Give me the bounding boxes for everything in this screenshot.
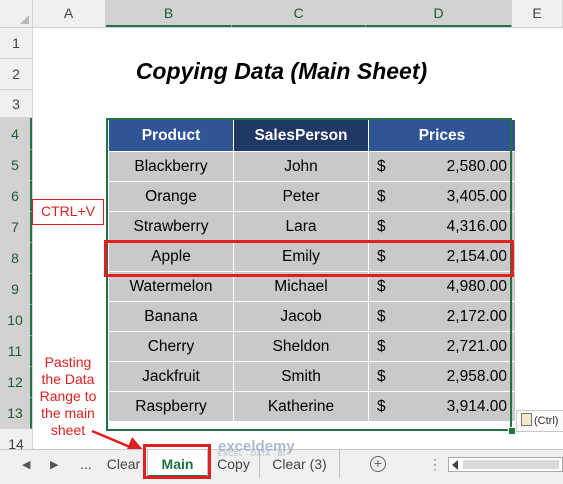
pasting-note: Pasting the Data Range to the main sheet bbox=[33, 354, 103, 439]
ctrl-v-annotation: CTRL+V bbox=[32, 199, 104, 225]
row-header-5[interactable]: 5 bbox=[0, 150, 32, 181]
table-row: Blackberry John $2,580.00 bbox=[108, 151, 516, 182]
cell-product[interactable]: Jackfruit bbox=[108, 361, 234, 392]
note-line: the Data bbox=[41, 371, 95, 387]
cell-salesperson[interactable]: Peter bbox=[233, 181, 369, 212]
note-line: the main bbox=[41, 405, 95, 421]
currency-symbol: $ bbox=[377, 338, 386, 355]
cell-product[interactable]: Blackberry bbox=[108, 151, 234, 182]
row-header-13[interactable]: 13 bbox=[0, 398, 32, 429]
cell-price[interactable]: $3,914.00 bbox=[368, 391, 516, 422]
row-header-11[interactable]: 11 bbox=[0, 336, 32, 367]
price-value: 3,914.00 bbox=[446, 398, 507, 415]
row-header-1[interactable]: 1 bbox=[0, 28, 32, 59]
cell-price[interactable]: $2,580.00 bbox=[368, 151, 516, 182]
price-value: 2,580.00 bbox=[446, 158, 507, 175]
price-value: 4,980.00 bbox=[446, 278, 507, 295]
row-header-9[interactable]: 9 bbox=[0, 274, 32, 305]
clipboard-icon bbox=[521, 413, 532, 426]
cell-price[interactable]: $2,172.00 bbox=[368, 301, 516, 332]
price-value: 2,958.00 bbox=[446, 368, 507, 385]
note-line: Range to bbox=[39, 388, 97, 404]
table-row: Banana Jacob $2,172.00 bbox=[108, 301, 516, 332]
cell-salesperson[interactable]: John bbox=[233, 151, 369, 182]
apple-row-highlight bbox=[104, 240, 514, 277]
table-row: Orange Peter $3,405.00 bbox=[108, 181, 516, 212]
tab-scroll-left-icon[interactable]: ◀ bbox=[22, 458, 30, 471]
cell-salesperson[interactable]: Smith bbox=[233, 361, 369, 392]
table-row: Raspberry Katherine $3,914.00 bbox=[108, 391, 516, 422]
cell-product[interactable]: Banana bbox=[108, 301, 234, 332]
row-header-7[interactable]: 7 bbox=[0, 212, 32, 243]
cell-salesperson[interactable]: Lara bbox=[233, 211, 369, 242]
cell-product[interactable]: Raspberry bbox=[108, 391, 234, 422]
cell-product[interactable]: Cherry bbox=[108, 331, 234, 362]
price-value: 4,316.00 bbox=[446, 218, 507, 235]
column-header-bar: A B C D E bbox=[0, 0, 563, 28]
cell-price[interactable]: $2,958.00 bbox=[368, 361, 516, 392]
horizontal-scrollbar[interactable] bbox=[448, 457, 563, 472]
column-header-e[interactable]: E bbox=[512, 0, 563, 27]
price-value: 3,405.00 bbox=[446, 188, 507, 205]
main-tab-highlight bbox=[143, 444, 211, 479]
price-value: 2,172.00 bbox=[446, 308, 507, 325]
note-line: Pasting bbox=[44, 354, 92, 370]
currency-symbol: $ bbox=[377, 158, 386, 175]
scroll-left-arrow-icon[interactable] bbox=[452, 460, 458, 470]
currency-symbol: $ bbox=[377, 218, 386, 235]
row-header-8[interactable]: 8 bbox=[0, 243, 32, 274]
header-product[interactable]: Product bbox=[108, 119, 234, 152]
more-options-icon[interactable]: ⋮ bbox=[428, 456, 442, 473]
price-value: 2,721.00 bbox=[446, 338, 507, 355]
sheet-title[interactable]: Copying Data (Main Sheet) bbox=[0, 58, 563, 88]
paste-options-label: (Ctrl) bbox=[534, 415, 559, 427]
currency-symbol: $ bbox=[377, 278, 386, 295]
header-prices[interactable]: Prices bbox=[368, 119, 516, 152]
add-sheet-icon[interactable]: + bbox=[370, 456, 386, 472]
tab-overflow[interactable]: ... bbox=[72, 450, 100, 478]
cell-salesperson[interactable]: Jacob bbox=[233, 301, 369, 332]
currency-symbol: $ bbox=[377, 308, 386, 325]
cell-product[interactable]: Strawberry bbox=[108, 211, 234, 242]
row-header-10[interactable]: 10 bbox=[0, 305, 32, 336]
tab-scroll-right-icon[interactable]: ▶ bbox=[50, 458, 58, 471]
cell-price[interactable]: $3,405.00 bbox=[368, 181, 516, 212]
currency-symbol: $ bbox=[377, 398, 386, 415]
watermark-logo: exceldemy EXCEL · DATA · BI bbox=[218, 438, 295, 458]
watermark-tagline: EXCEL · DATA · BI bbox=[218, 451, 286, 458]
column-header-a[interactable]: A bbox=[32, 0, 106, 27]
column-header-c[interactable]: C bbox=[232, 0, 366, 27]
column-header-b[interactable]: B bbox=[106, 0, 232, 27]
header-salesperson[interactable]: SalesPerson bbox=[233, 119, 369, 152]
note-line: sheet bbox=[50, 422, 86, 438]
row-header-12[interactable]: 12 bbox=[0, 367, 32, 398]
table-row: Strawberry Lara $4,316.00 bbox=[108, 211, 516, 242]
row-header-6[interactable]: 6 bbox=[0, 181, 32, 212]
paste-options-button[interactable]: (Ctrl) bbox=[516, 410, 563, 432]
currency-symbol: $ bbox=[377, 368, 386, 385]
cell-price[interactable]: $2,721.00 bbox=[368, 331, 516, 362]
currency-symbol: $ bbox=[377, 188, 386, 205]
cell-salesperson[interactable]: Sheldon bbox=[233, 331, 369, 362]
row-header-3[interactable]: 3 bbox=[0, 90, 32, 118]
table-header-row: Product SalesPerson Prices bbox=[108, 119, 516, 152]
column-header-d[interactable]: D bbox=[366, 0, 512, 27]
table-row: Cherry Sheldon $2,721.00 bbox=[108, 331, 516, 362]
table-row: Jackfruit Smith $2,958.00 bbox=[108, 361, 516, 392]
cell-product[interactable]: Orange bbox=[108, 181, 234, 212]
cell-salesperson[interactable]: Katherine bbox=[233, 391, 369, 422]
row-header-column: 1 2 3 4 5 6 7 8 9 10 11 12 13 14 bbox=[0, 28, 33, 458]
cell-price[interactable]: $4,316.00 bbox=[368, 211, 516, 242]
scrollbar-thumb[interactable] bbox=[463, 460, 559, 469]
tab-clear[interactable]: Clear bbox=[100, 450, 148, 478]
fill-handle[interactable] bbox=[508, 427, 516, 435]
row-header-4[interactable]: 4 bbox=[0, 118, 32, 150]
select-all-corner[interactable] bbox=[0, 0, 33, 27]
